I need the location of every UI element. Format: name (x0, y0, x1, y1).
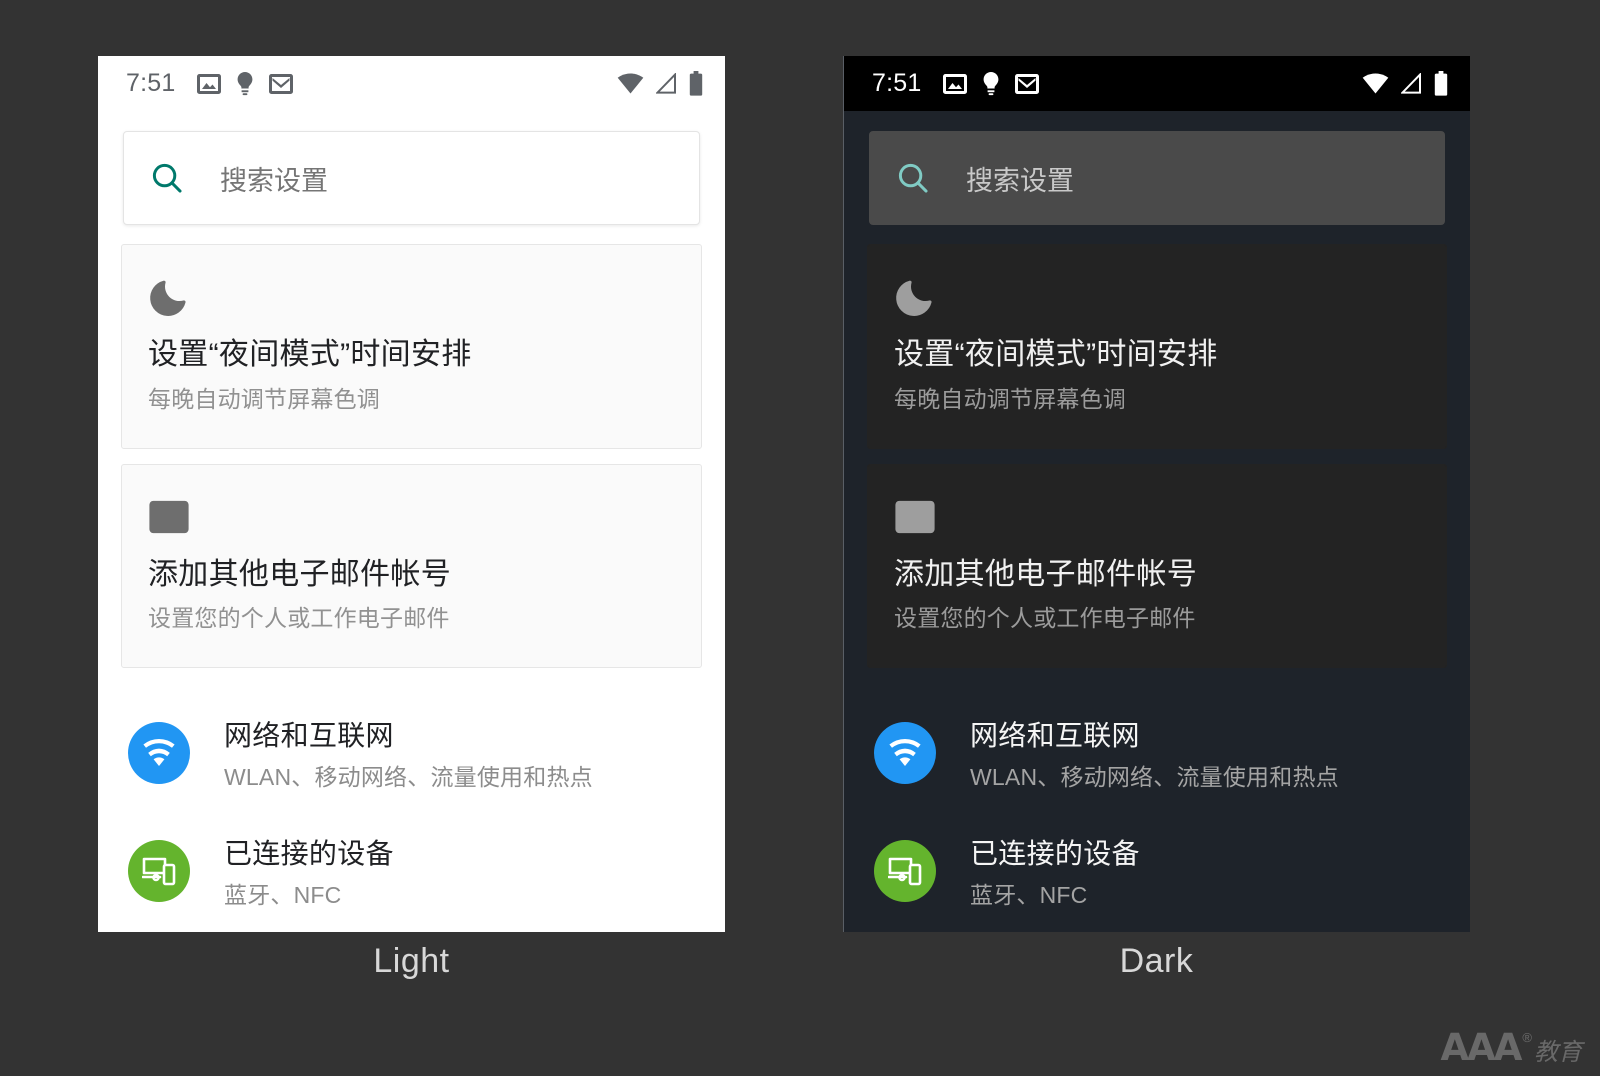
settings-item-network[interactable]: 网络和互联网 WLAN、移动网络、流量使用和热点 (98, 694, 725, 812)
status-time: 7:51 (872, 69, 922, 97)
signal-icon (1401, 73, 1422, 94)
settings-item-connected-devices[interactable]: 已连接的设备 蓝牙、NFC (98, 812, 725, 930)
suggestion-cards-dark: 设置“夜间模式”时间安排 每晚自动调节屏幕色调 添加其他电子邮件帐号 设置您的个… (844, 225, 1470, 669)
card-subtitle: 每晚自动调节屏幕色调 (148, 385, 380, 412)
status-bar-light: 7:51 (98, 56, 725, 111)
photos-icon (197, 72, 222, 96)
search-placeholder: 搜索设置 (220, 165, 328, 196)
watermark: AAA ® 教育 (1441, 1029, 1583, 1066)
connected-devices-badge (128, 840, 190, 903)
settings-item-subtitle: WLAN、移动网络、流量使用和热点 (224, 764, 593, 791)
moon-icon (894, 275, 1446, 319)
gmail-icon (1015, 72, 1040, 96)
wifi-icon (889, 739, 921, 767)
watermark-cn-text: 教育 (1534, 1038, 1582, 1066)
status-right-icons (617, 71, 703, 96)
settings-item-title: 网络和互联网 (970, 720, 1140, 752)
suggestion-card-add-email[interactable]: 添加其他电子邮件帐号 设置您的个人或工作电子邮件 (867, 463, 1447, 669)
lightbulb-icon (236, 71, 254, 96)
card-subtitle: 设置您的个人或工作电子邮件 (148, 605, 450, 632)
phone-preview-dark: 7:51 搜索设置 设置“夜间模式”时间安排 每晚自动调节屏幕色调 添加其他电子… (843, 56, 1470, 932)
settings-item-title: 已连接的设备 (970, 838, 1140, 870)
settings-item-text: 已连接的设备 蓝牙、NFC (224, 832, 394, 910)
screen-body-light: 搜索设置 设置“夜间模式”时间安排 每晚自动调节屏幕色调 添加其他电子邮件帐号 … (98, 111, 725, 930)
card-title: 添加其他电子邮件帐号 (148, 557, 451, 591)
settings-item-text: 网络和互联网 WLAN、移动网络、流量使用和热点 (224, 714, 593, 792)
card-title: 设置“夜间模式”时间安排 (894, 338, 1218, 371)
card-subtitle: 设置您的个人或工作电子邮件 (894, 605, 1196, 632)
signal-icon (656, 73, 677, 94)
settings-item-subtitle: 蓝牙、NFC (970, 882, 1088, 909)
status-time: 7:51 (126, 69, 176, 97)
suggestion-cards-light: 设置“夜间模式”时间安排 每晚自动调节屏幕色调 添加其他电子邮件帐号 设置您的个… (98, 225, 725, 669)
status-right-icons (1362, 71, 1448, 96)
connected-devices-icon (888, 857, 922, 886)
lightbulb-icon (982, 71, 1000, 96)
suggestion-card-night-mode[interactable]: 设置“夜间模式”时间安排 每晚自动调节屏幕色调 (121, 244, 702, 449)
card-title: 添加其他电子邮件帐号 (894, 557, 1197, 591)
settings-item-network[interactable]: 网络和互联网 WLAN、移动网络、流量使用和热点 (844, 694, 1470, 812)
settings-item-text: 已连接的设备 蓝牙、NFC (970, 832, 1140, 910)
screen-body-dark: 搜索设置 设置“夜间模式”时间安排 每晚自动调节屏幕色调 添加其他电子邮件帐号 … (844, 111, 1470, 930)
search-wrapper-dark: 搜索设置 (844, 111, 1470, 225)
battery-icon (1434, 71, 1448, 96)
wifi-icon (1362, 73, 1389, 94)
gmail-icon (894, 495, 1446, 539)
status-bar-dark: 7:51 (844, 56, 1470, 111)
status-left-icons (197, 71, 294, 96)
settings-item-subtitle: 蓝牙、NFC (224, 882, 342, 909)
card-title: 设置“夜间模式”时间安排 (148, 338, 472, 371)
photos-icon (943, 72, 968, 96)
settings-item-subtitle: WLAN、移动网络、流量使用和热点 (970, 764, 1339, 791)
caption-light: Light (373, 942, 450, 980)
moon-icon (148, 275, 701, 319)
settings-item-title: 已连接的设备 (224, 838, 394, 870)
suggestion-card-night-mode[interactable]: 设置“夜间模式”时间安排 每晚自动调节屏幕色调 (867, 244, 1447, 449)
search-placeholder: 搜索设置 (966, 165, 1074, 196)
wifi-icon (143, 739, 175, 767)
wifi-badge (128, 722, 190, 785)
settings-list-dark: 网络和互联网 WLAN、移动网络、流量使用和热点 已连接的设备 蓝牙、NFC (844, 668, 1470, 930)
watermark-registered: ® (1522, 1030, 1532, 1045)
connected-devices-icon (142, 857, 176, 886)
suggestion-card-add-email[interactable]: 添加其他电子邮件帐号 设置您的个人或工作电子邮件 (121, 463, 702, 669)
battery-icon (689, 71, 703, 96)
caption-dark: Dark (1119, 942, 1194, 980)
gmail-icon (148, 495, 701, 539)
settings-item-text: 网络和互联网 WLAN、移动网络、流量使用和热点 (970, 714, 1339, 792)
settings-list-light: 网络和互联网 WLAN、移动网络、流量使用和热点 已连接的设备 蓝牙、NFC (98, 668, 725, 930)
wifi-icon (617, 73, 644, 94)
search-icon (898, 163, 928, 193)
phone-preview-light: 7:51 搜索设置 设置“夜间模式”时间安排 每晚自动调节屏幕色调 添加其他电子… (98, 56, 725, 932)
connected-devices-badge (874, 840, 936, 903)
settings-item-title: 网络和互联网 (224, 720, 394, 752)
watermark-brand: AAA (1440, 1026, 1523, 1069)
search-input[interactable]: 搜索设置 (123, 131, 700, 225)
search-wrapper-light: 搜索设置 (98, 111, 725, 225)
status-left-icons (943, 71, 1040, 96)
card-subtitle: 每晚自动调节屏幕色调 (894, 385, 1126, 412)
search-icon (152, 163, 182, 193)
search-input[interactable]: 搜索设置 (869, 131, 1445, 225)
wifi-badge (874, 722, 936, 785)
settings-item-connected-devices[interactable]: 已连接的设备 蓝牙、NFC (844, 812, 1470, 930)
gmail-icon (269, 72, 294, 96)
